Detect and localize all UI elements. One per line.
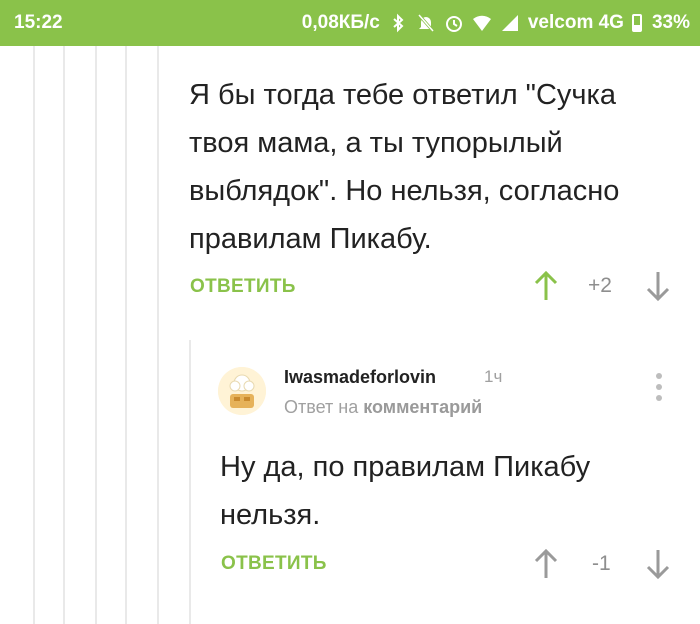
upvote-arrow-icon[interactable]	[534, 270, 558, 302]
comment-body: Я бы тогда тебе ответил "Сучка твоя мама…	[189, 71, 619, 263]
avatar[interactable]	[218, 367, 266, 415]
upvote-arrow-icon[interactable]	[534, 548, 558, 580]
notifications-off-icon	[417, 14, 434, 32]
network-speed: 0,08КБ/с	[301, 12, 380, 33]
more-options-icon[interactable]	[652, 373, 666, 409]
reply-line: нельзя.	[220, 499, 321, 531]
comment-line: выблядок". Но нельзя, согласно	[189, 175, 620, 207]
thread-line	[95, 46, 97, 624]
reply-button[interactable]: ОТВЕТИТЬ	[221, 553, 327, 575]
carrier-label: velcom 4G	[527, 12, 624, 33]
reply-username[interactable]: Iwasmadeforlovin	[284, 367, 436, 388]
battery-percent: 33%	[651, 12, 690, 33]
reply-score: -1	[592, 552, 611, 575]
comment-line: твоя мама, а ты тупорылый	[189, 127, 563, 159]
thread-line	[125, 46, 127, 624]
thread-line	[33, 46, 35, 624]
thread-line	[63, 46, 65, 624]
reply-meta-link[interactable]: комментарий	[363, 397, 482, 417]
reply-meta: Ответ на комментарий	[284, 397, 482, 418]
status-icons: 0,08КБ/с velcom 4G 33%	[302, 12, 690, 34]
comment-score: +2	[588, 274, 612, 297]
thread-line	[157, 46, 159, 624]
reply-time: 1ч	[484, 367, 503, 386]
comment-line: правилам Пикабу.	[189, 223, 432, 255]
reply-body: Ну да, по правилам Пикабу нельзя.	[220, 443, 590, 539]
comment-line: Я бы тогда тебе ответил "Сучка	[189, 79, 616, 111]
signal-icon	[501, 15, 518, 31]
reply-button[interactable]: ОТВЕТИТЬ	[190, 276, 296, 298]
downvote-arrow-icon[interactable]	[646, 270, 670, 302]
wifi-icon	[472, 15, 491, 31]
reply-meta-prefix: Ответ на	[284, 397, 359, 417]
status-bar: 15:22 0,08КБ/с velcom 4G 33%	[0, 0, 700, 46]
downvote-arrow-icon[interactable]	[646, 548, 670, 580]
reply-line: Ну да, по правилам Пикабу	[220, 451, 591, 483]
status-time: 15:22	[14, 12, 63, 33]
battery-icon	[631, 14, 642, 32]
alarm-icon	[445, 16, 462, 32]
bluetooth-icon	[393, 13, 404, 33]
chef-hat-icon	[218, 367, 266, 415]
